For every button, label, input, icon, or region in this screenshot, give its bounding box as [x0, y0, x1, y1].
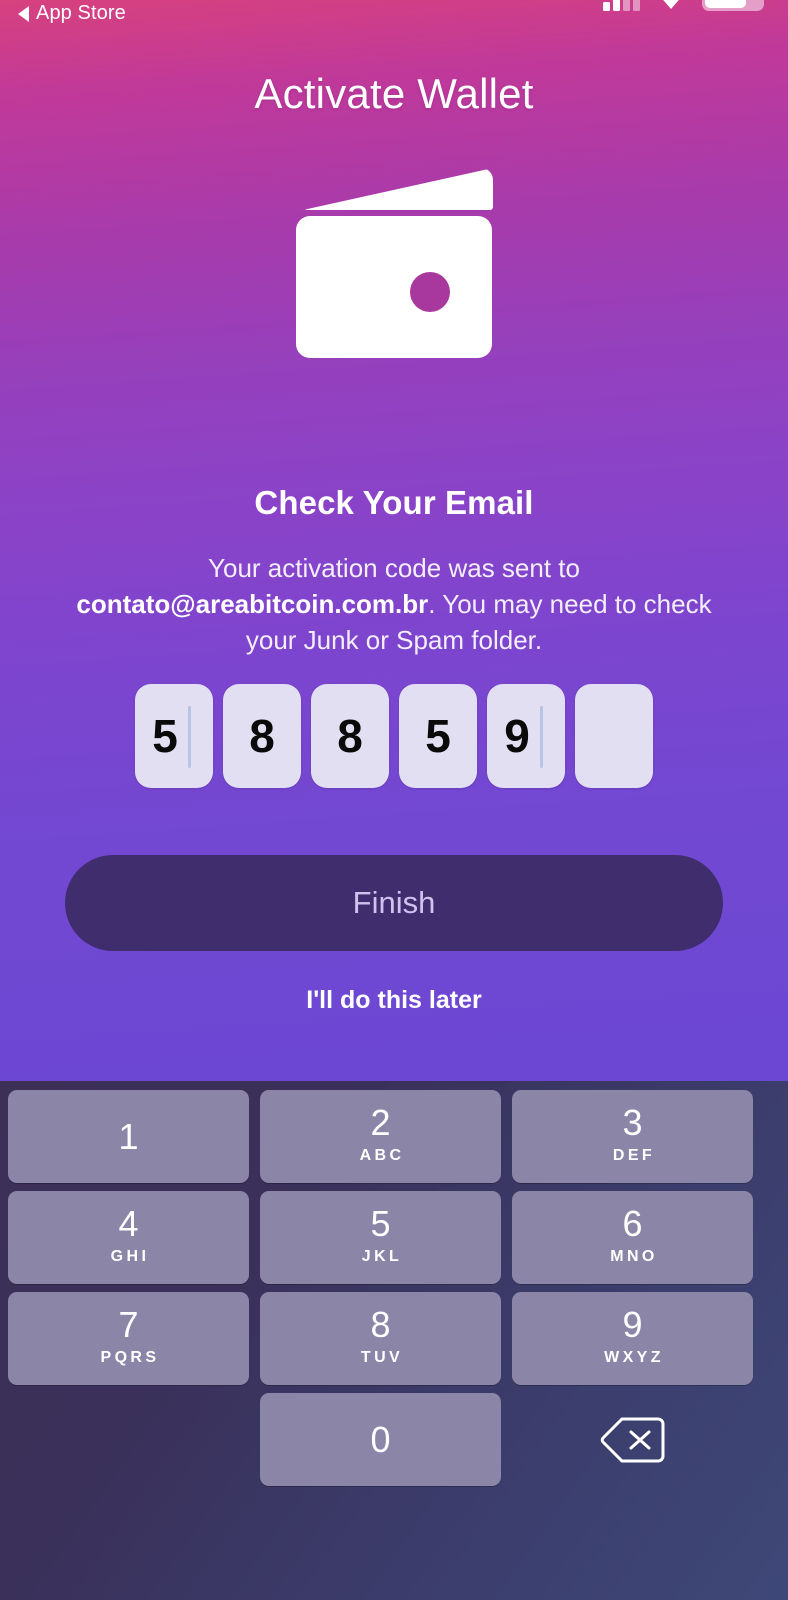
key-2-number: 2: [370, 1101, 391, 1143]
otp-box-1[interactable]: 5: [135, 684, 213, 788]
key-0[interactable]: 0: [260, 1393, 501, 1486]
key-1-number: 1: [118, 1115, 139, 1157]
back-triangle-icon: [18, 5, 29, 22]
otp-digit-3: 8: [337, 710, 363, 762]
backspace-icon: [600, 1417, 664, 1462]
key-5-number: 5: [370, 1202, 391, 1244]
key-3[interactable]: 3 DEF: [512, 1090, 753, 1183]
battery-icon: [702, 0, 764, 11]
wallet-clasp-dot: [410, 272, 450, 312]
otp-input-row[interactable]: 5 8 8 5 9: [0, 684, 788, 788]
wallet-icon: [288, 168, 500, 364]
otp-digit-2: 8: [249, 710, 275, 762]
keyboard-row-3: 7 PQRS 8 TUV 9 WXYZ: [0, 1292, 788, 1385]
key-6-letters: MNO: [610, 1247, 658, 1265]
otp-box-2[interactable]: 8: [223, 684, 301, 788]
keyboard-row-2: 4 GHI 5 JKL 6 MNO: [0, 1191, 788, 1284]
key-3-letters: DEF: [612, 1146, 656, 1164]
key-8-letters: TUV: [360, 1348, 404, 1366]
key-4[interactable]: 4 GHI: [8, 1191, 249, 1284]
key-5-letters: JKL: [361, 1247, 403, 1265]
numeric-keyboard: 1 2 ABC 3 DEF 4 GHI 5 JKL 6 MNO 7 PQRS 8…: [0, 1081, 788, 1600]
body-prefix: Your activation code was sent to: [208, 553, 580, 583]
key-2[interactable]: 2 ABC: [260, 1090, 501, 1183]
key-9-number: 9: [622, 1303, 643, 1345]
backspace-key[interactable]: [512, 1393, 753, 1486]
key-4-number: 4: [118, 1202, 139, 1244]
wallet-flap-shape: [303, 168, 493, 210]
keyboard-row-1: 1 2 ABC 3 DEF: [0, 1090, 788, 1183]
body-copy-text: Your activation code was sent to contato…: [64, 550, 724, 658]
key-8-number: 8: [370, 1303, 391, 1345]
key-5[interactable]: 5 JKL: [260, 1191, 501, 1284]
status-bar: App Store: [0, 0, 788, 30]
key-3-number: 3: [622, 1101, 643, 1143]
email-address: contato@areabitcoin.com.br: [76, 589, 429, 619]
page-title: Activate Wallet: [254, 70, 534, 117]
otp-box-4[interactable]: 5: [399, 684, 477, 788]
keyboard-row-4: 0: [0, 1393, 788, 1486]
keyboard-spacer: [8, 1393, 249, 1486]
phone-screen: App Store Activate Wallet Check Your Ema…: [0, 0, 788, 1600]
otp-box-3[interactable]: 8: [311, 684, 389, 788]
otp-digit-4: 5: [425, 710, 451, 762]
otp-digit-1: 5: [152, 710, 178, 762]
headline-text: Check Your Email: [254, 484, 534, 521]
key-0-number: 0: [370, 1418, 391, 1460]
key-2-letters: ABC: [359, 1146, 405, 1164]
key-7-number: 7: [118, 1303, 139, 1345]
key-6[interactable]: 6 MNO: [512, 1191, 753, 1284]
key-8[interactable]: 8 TUV: [260, 1292, 501, 1385]
back-to-app-store-button[interactable]: App Store: [18, 2, 126, 25]
otp-box-6[interactable]: [575, 684, 653, 788]
finish-button[interactable]: Finish: [65, 855, 723, 951]
key-1[interactable]: 1: [8, 1090, 249, 1183]
wallet-body-shape: [296, 216, 492, 358]
key-7[interactable]: 7 PQRS: [8, 1292, 249, 1385]
signal-bars-icon: [603, 0, 640, 11]
key-6-number: 6: [622, 1202, 643, 1244]
otp-digit-5: 9: [504, 710, 530, 762]
do-this-later-link[interactable]: I'll do this later: [0, 986, 788, 1015]
main-content-area: App Store Activate Wallet Check Your Ema…: [0, 0, 788, 1081]
otp-box-5[interactable]: 9: [487, 684, 565, 788]
wifi-icon: [658, 0, 684, 9]
key-9-letters: WXYZ: [604, 1348, 664, 1366]
key-9[interactable]: 9 WXYZ: [512, 1292, 753, 1385]
status-icons-group: [603, 0, 764, 11]
back-label: App Store: [36, 2, 126, 24]
key-7-letters: PQRS: [100, 1348, 160, 1366]
key-4-letters: GHI: [110, 1247, 150, 1265]
